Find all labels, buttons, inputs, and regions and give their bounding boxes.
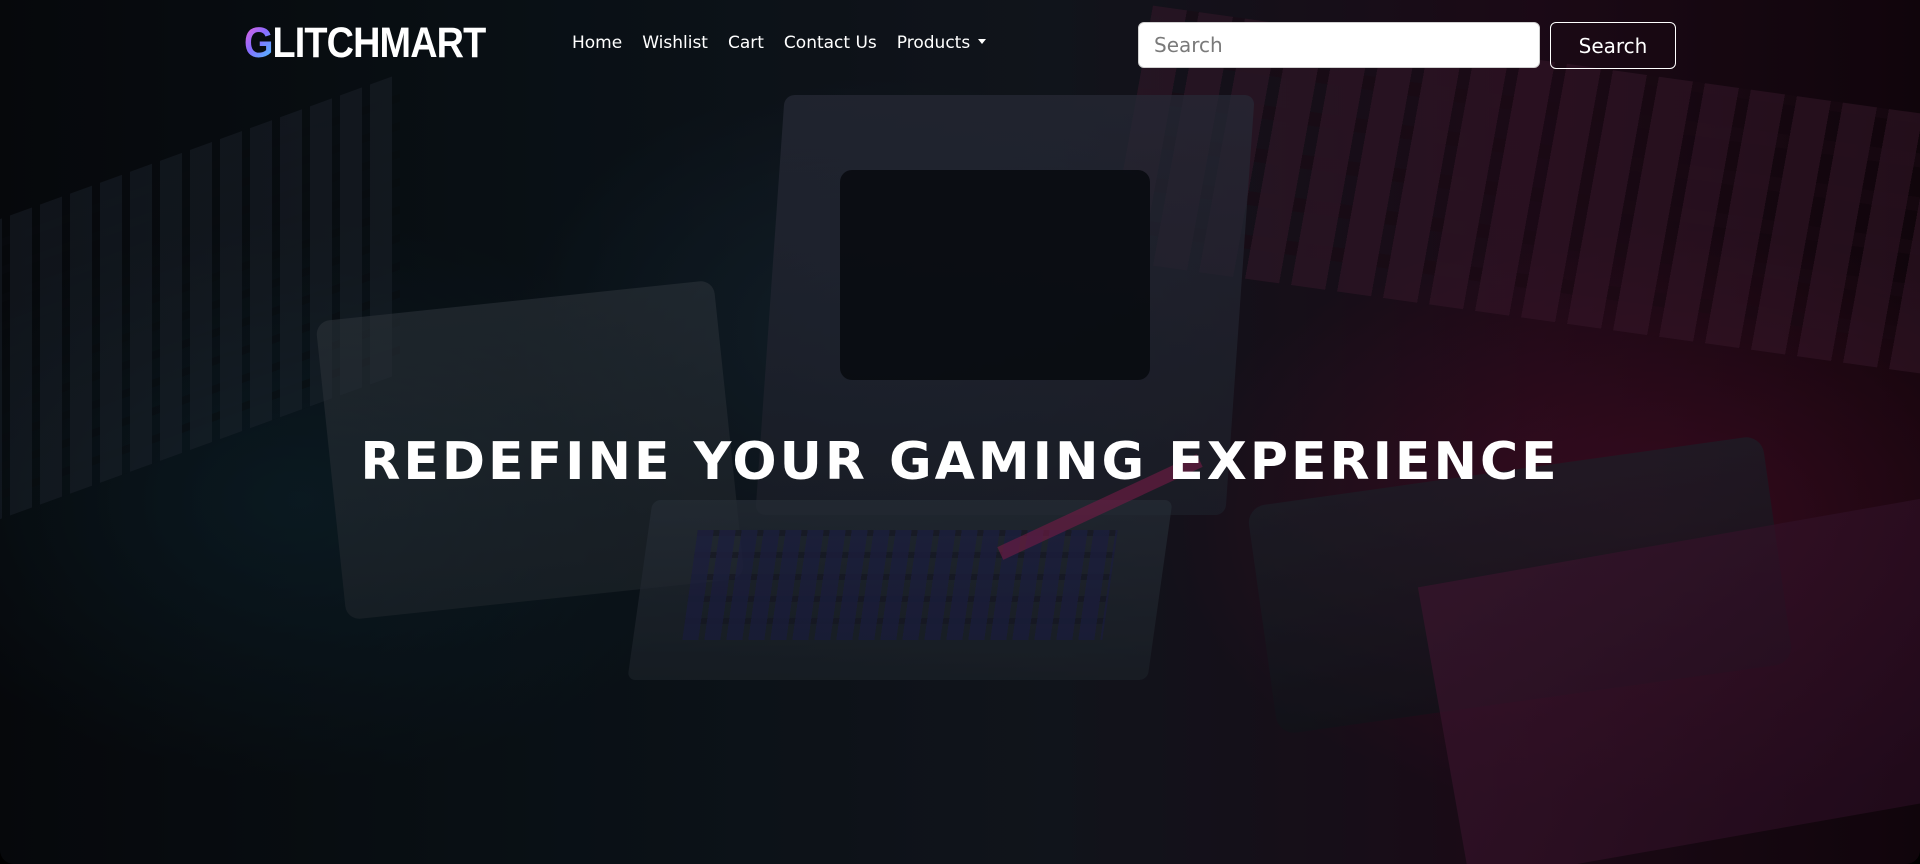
nav-link-contact-us[interactable]: Contact Us [774,30,887,56]
search-button[interactable]: Search [1550,22,1676,69]
nav-link-products-label: Products [896,33,971,53]
nav-link-cart[interactable]: Cart [718,30,774,56]
nav-links: Home Wishlist Cart Contact Us Products [572,30,996,56]
brand-logo[interactable]: GLITCHMART [244,18,487,68]
caret-down-icon [978,38,987,44]
navbar: GLITCHMART Home Wishlist Cart Contact Us… [0,0,1920,90]
search-input[interactable] [1138,22,1540,68]
brand-logo-initial: G [244,19,273,67]
nav-link-products-dropdown[interactable]: Products [887,30,996,56]
nav-link-home[interactable]: Home [572,30,632,56]
brand-logo-text: LITCHMART [272,19,487,67]
nav-link-wishlist[interactable]: Wishlist [632,30,718,56]
hero-headline: REDEFINE YOUR GAMING EXPERIENCE [360,431,1560,492]
